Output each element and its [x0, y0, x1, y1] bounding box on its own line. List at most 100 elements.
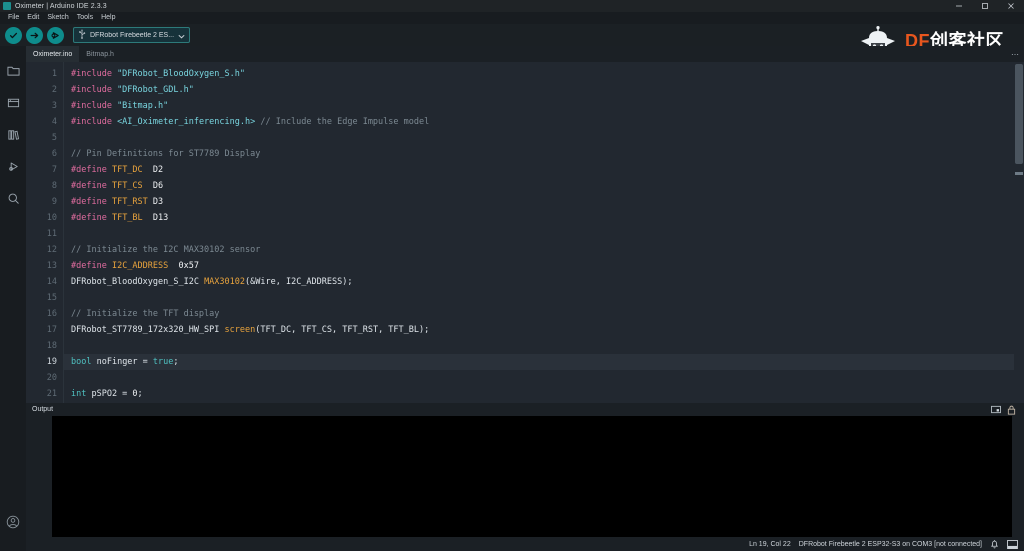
code-line[interactable]: #define I2C_ADDRESS 0x57 [71, 258, 1024, 274]
cursor-position[interactable]: Ln 19, Col 22 [749, 541, 791, 548]
status-bar-left-strip [0, 537, 26, 551]
line-number-gutter: 1 2 3 4 5 6 7 8 9 10 11 12 13 14 15 16 17 18 19 20 21 [26, 62, 63, 403]
line-number: 5 [51, 133, 57, 143]
line-number: 9 [51, 197, 57, 207]
tab-oximeter-ino[interactable]: Oximeter.ino [26, 46, 80, 62]
code-line[interactable]: DFRobot_ST7789_172x320_HW_SPI screen(TFT… [71, 322, 1024, 338]
window-controls [946, 0, 1024, 12]
menu-file[interactable]: File [4, 12, 23, 24]
line-number: 10 [46, 213, 57, 223]
code-token: #define [71, 181, 112, 191]
menu-tools[interactable]: Tools [73, 12, 97, 24]
menu-sketch[interactable]: Sketch [43, 12, 72, 24]
bell-icon[interactable] [990, 539, 999, 549]
menu-help[interactable]: Help [97, 12, 119, 24]
board-status[interactable]: DFRobot Firebeetle 2 ESP32-S3 on COM3 [n… [799, 541, 982, 548]
code-token: #include [71, 69, 118, 79]
code-line[interactable] [71, 338, 1024, 354]
usb-icon [78, 26, 86, 44]
code-line[interactable]: // Pin Definitions for ST7789 Display [71, 146, 1024, 162]
line-number: 19 [46, 357, 57, 367]
code-token: // Initialize the TFT display [71, 309, 220, 319]
account-icon[interactable] [0, 515, 26, 529]
code-content[interactable]: #include "DFRobot_BloodOxygen_S.h" #inclu… [63, 62, 1024, 403]
board-selector[interactable]: DFRobot Firebeetle 2 ES... [73, 26, 191, 44]
code-line[interactable]: #include "DFRobot_GDL.h" [71, 82, 1024, 98]
code-token: D13 [152, 213, 169, 223]
output-tab[interactable]: Output [32, 406, 53, 413]
code-token: pSPO2 = [86, 389, 133, 399]
code-line[interactable]: #include "Bitmap.h" [71, 98, 1024, 114]
code-line[interactable]: int pSPO2 = 0; [71, 386, 1024, 402]
title-bar: Oximeter | Arduino IDE 2.3.3 [0, 0, 1024, 12]
line-number: 13 [46, 261, 57, 271]
code-line[interactable]: #define TFT_RST D3 [71, 194, 1024, 210]
line-number: 1 [51, 69, 57, 79]
code-token: #include [71, 117, 118, 127]
library-manager-icon[interactable] [0, 118, 26, 150]
debug-icon[interactable] [0, 150, 26, 182]
editor-scrollbar-thumb[interactable] [1015, 64, 1023, 164]
tab-label: Oximeter.ino [33, 50, 73, 58]
editor-scrollbar[interactable] [1014, 62, 1024, 403]
sketchbook-icon[interactable] [0, 54, 26, 86]
editor-scroll-marker [1015, 172, 1023, 175]
code-token: // Pin Definitions for ST7789 Display [71, 149, 261, 159]
code-token: #define [71, 197, 112, 207]
code-line[interactable]: #define TFT_CS D6 [71, 178, 1024, 194]
code-line[interactable]: #include <AI_Oximeter_inferencing.h> // … [71, 114, 1024, 130]
ide-body: Oximeter.ino Bitmap.h ⋯ 1 2 3 4 5 6 7 8 9 10 11 12 1… [0, 46, 1024, 537]
chevron-down-icon[interactable] [178, 26, 185, 44]
code-token: (TFT_DC, TFT_CS, TFT_RST, TFT_BL); [255, 325, 430, 335]
toggle-panel-icon[interactable] [1007, 539, 1018, 549]
line-number: 16 [46, 309, 57, 319]
code-line[interactable] [71, 226, 1024, 242]
lock-icon[interactable] [1007, 405, 1016, 415]
code-line[interactable]: // Initialize the I2C MAX30102 sensor [71, 242, 1024, 258]
verify-button[interactable] [5, 26, 22, 44]
code-line[interactable]: #define TFT_BL D13 [71, 210, 1024, 226]
line-number: 6 [51, 149, 57, 159]
code-token: "DFRobot_GDL.h" [117, 85, 194, 95]
output-console[interactable] [52, 416, 1012, 537]
code-token: #include [71, 85, 118, 95]
code-editor[interactable]: 1 2 3 4 5 6 7 8 9 10 11 12 13 14 15 16 17 18 19 20 21 #inclu… [26, 62, 1024, 403]
tab-overflow-menu-icon[interactable]: ⋯ [1011, 46, 1020, 62]
code-line[interactable]: #define TFT_DC D2 [71, 162, 1024, 178]
tab-bitmap-h[interactable]: Bitmap.h [79, 46, 121, 62]
upload-button[interactable] [26, 26, 43, 44]
code-token: TFT_BL [111, 213, 143, 223]
code-token: #define [71, 213, 112, 223]
board-selector-label: DFRobot Firebeetle 2 ES... [90, 31, 175, 39]
code-token: DFRobot_ST7789_172x320_HW_SPI [71, 325, 225, 335]
boards-manager-icon[interactable] [0, 86, 26, 118]
menu-edit[interactable]: Edit [23, 12, 43, 24]
close-button[interactable] [998, 0, 1024, 12]
code-line[interactable]: // Initialize the TFT display [71, 306, 1024, 322]
code-line[interactable] [71, 290, 1024, 306]
code-token: <AI_Oximeter_inferencing.h> [117, 117, 256, 127]
search-icon[interactable] [0, 182, 26, 214]
code-line[interactable]: DFRobot_BloodOxygen_S_I2C MAX30102(&Wire… [71, 274, 1024, 290]
code-token: TFT_DC [111, 165, 143, 175]
code-line[interactable] [71, 370, 1024, 386]
code-token: // Include the Edge Impulse model [255, 117, 430, 127]
code-line[interactable]: #include "DFRobot_BloodOxygen_S.h" [71, 66, 1024, 82]
window-title: Oximeter | Arduino IDE 2.3.3 [15, 2, 107, 10]
line-number: 12 [46, 245, 57, 255]
line-number: 7 [51, 165, 57, 175]
maximize-button[interactable] [972, 0, 998, 12]
debug-button[interactable] [47, 26, 64, 44]
clear-output-icon[interactable] [991, 405, 1001, 414]
main-column: Oximeter.ino Bitmap.h ⋯ 1 2 3 4 5 6 7 8 9 10 11 12 1… [26, 46, 1024, 537]
line-number: 18 [46, 341, 57, 351]
code-token: #define [71, 165, 112, 175]
code-token: bool [71, 357, 92, 367]
code-token: // Initialize the I2C MAX30102 sensor [71, 245, 261, 255]
minimize-button[interactable] [946, 0, 972, 12]
code-line[interactable]: bool noFinger = true; [63, 354, 1024, 370]
arduino-ide-window: Oximeter | Arduino IDE 2.3.3 File Edit S… [0, 0, 1024, 551]
code-line[interactable] [71, 130, 1024, 146]
code-token: D3 [152, 197, 164, 207]
